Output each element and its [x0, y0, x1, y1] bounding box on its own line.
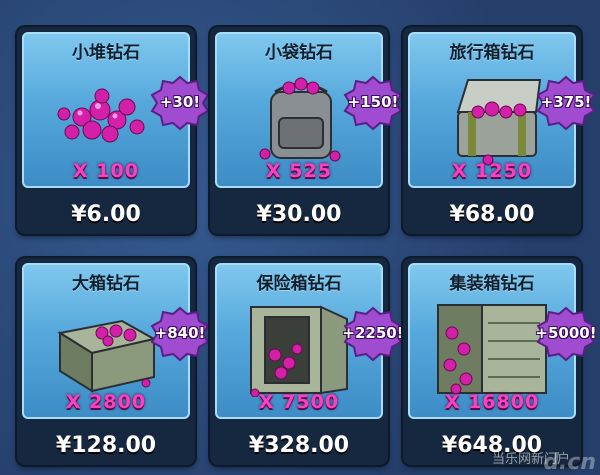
- item-name: 集装箱钻石: [449, 274, 535, 294]
- item-quantity: X 16800: [444, 391, 540, 413]
- bonus-badge: +30!: [149, 75, 211, 131]
- bonus-text: +5000!: [535, 324, 597, 342]
- item-name: 旅行箱钻石: [449, 43, 535, 63]
- bonus-text: +375!: [540, 93, 592, 111]
- diamond-shop-grid: 小堆钻石 X 100 +30! ¥6.00 小袋钻石 X 525 +150! ¥…: [0, 0, 600, 475]
- bonus-text: +150!: [347, 93, 399, 111]
- shop-item-container[interactable]: 集装箱钻石 X 16800 +5000! ¥648.00: [403, 258, 597, 465]
- price-button[interactable]: ¥68.00: [403, 202, 581, 227]
- bonus-badge: +2250!: [342, 306, 404, 362]
- item-name: 大箱钻石: [72, 274, 140, 294]
- bonus-text: +840!: [154, 324, 206, 342]
- bonus-text: +30!: [159, 93, 201, 111]
- bonus-badge: +5000!: [535, 306, 597, 362]
- shop-item-large-crate[interactable]: 大箱钻石 X 2800 +840! ¥128.00: [17, 258, 210, 465]
- item-quantity: X 525: [266, 160, 332, 182]
- shop-item-small-pile[interactable]: 小堆钻石 X 100 +30! ¥6.00: [17, 27, 210, 234]
- shop-item-suitcase[interactable]: 旅行箱钻石 X 1250 +375! ¥68.00: [403, 27, 596, 234]
- shop-item-small-bag[interactable]: 小袋钻石 X 525 +150! ¥30.00: [210, 27, 403, 234]
- bonus-badge: +375!: [535, 75, 597, 131]
- item-quantity: X 2800: [65, 391, 147, 413]
- price-button[interactable]: ¥6.00: [17, 202, 195, 227]
- item-quantity: X 100: [73, 160, 139, 182]
- bonus-text: +2250!: [342, 324, 404, 342]
- shop-item-safe[interactable]: 保险箱钻石 X 7500 +2250! ¥328.00: [210, 258, 404, 465]
- bonus-badge: +150!: [342, 75, 404, 131]
- bonus-badge: +840!: [149, 306, 211, 362]
- watermark-logo: d.cn: [543, 450, 596, 475]
- item-name: 保险箱钻石: [256, 274, 342, 294]
- price-button[interactable]: ¥128.00: [17, 433, 195, 458]
- price-button[interactable]: ¥328.00: [210, 433, 388, 458]
- item-name: 小袋钻石: [265, 43, 333, 63]
- price-button[interactable]: ¥30.00: [210, 202, 388, 227]
- item-name: 小堆钻石: [72, 43, 140, 63]
- item-quantity: X 7500: [258, 391, 340, 413]
- item-quantity: X 1250: [451, 160, 533, 182]
